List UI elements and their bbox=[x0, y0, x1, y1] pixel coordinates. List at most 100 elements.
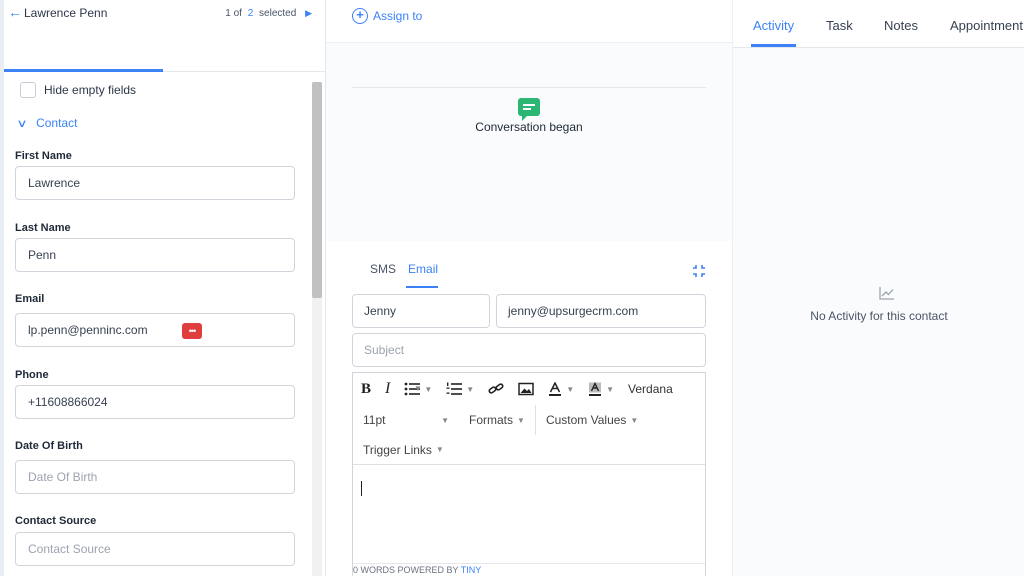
formats-menu[interactable]: Formats ▼ bbox=[459, 405, 536, 435]
from-name-field[interactable]: Jenny bbox=[352, 294, 490, 328]
conversation-thread: Conversation began bbox=[326, 43, 732, 241]
thread-divider bbox=[352, 87, 706, 88]
chevron-down-icon[interactable]: ▼ bbox=[414, 384, 422, 393]
numbered-list-icon bbox=[446, 382, 463, 395]
image-icon bbox=[518, 382, 534, 396]
editor-toolbar-row-3: Trigger Links ▼ bbox=[353, 435, 705, 465]
editor-toolbar-row-1: B I ▼ ▼ ▼ ▼ Verdana bbox=[353, 373, 705, 405]
tab-notes[interactable]: Notes bbox=[884, 18, 918, 33]
contact-section-label: Contact bbox=[36, 116, 78, 130]
active-tab-indicator bbox=[751, 44, 796, 47]
contact-fields-scroll[interactable]: Hide empty fields ∨ Contact First Name L… bbox=[4, 72, 326, 576]
tab-appointment[interactable]: Appointment bbox=[950, 18, 1023, 33]
email-field[interactable]: lp.penn@penninc.com ••• bbox=[15, 313, 295, 347]
contact-pager: 1 of 2 selected ▶ bbox=[225, 8, 312, 19]
next-contact-icon[interactable]: ▶ bbox=[305, 8, 312, 18]
email-action-badge[interactable]: ••• bbox=[182, 323, 202, 339]
assign-to-label: Assign to bbox=[373, 9, 423, 23]
email-editor: B I ▼ ▼ ▼ ▼ Verdana 11pt ▼ Formats ▼ Cus… bbox=[352, 372, 706, 576]
pager-total[interactable]: 2 bbox=[248, 8, 254, 19]
chevron-down-icon: ▼ bbox=[517, 415, 525, 425]
contact-header: ← Lawrence Penn 1 of 2 selected ▶ bbox=[4, 0, 326, 34]
conversation-event: Conversation began bbox=[475, 120, 583, 134]
chevron-down-icon: ▼ bbox=[424, 384, 433, 394]
first-name-field[interactable]: Lawrence bbox=[15, 166, 295, 200]
add-circle-icon: + bbox=[352, 8, 368, 24]
assign-to-button[interactable]: + Assign to bbox=[352, 8, 422, 24]
trigger-links-label: Trigger Links bbox=[363, 442, 432, 457]
chevron-down-icon: ▼ bbox=[441, 415, 449, 425]
from-email-field[interactable]: jenny@upsurgecrm.com bbox=[496, 294, 706, 328]
hide-empty-checkbox[interactable] bbox=[20, 82, 36, 98]
chevron-down-icon: ▼ bbox=[630, 415, 639, 425]
collapse-icon[interactable] bbox=[692, 264, 706, 278]
tab-email[interactable]: Email bbox=[406, 262, 439, 288]
last-name-value: Penn bbox=[28, 248, 57, 262]
contact-section-toggle[interactable]: ∨ Contact bbox=[16, 116, 78, 130]
contact-source-placeholder: Contact Source bbox=[28, 542, 111, 556]
contact-name: Lawrence Penn bbox=[24, 6, 108, 20]
font-family-select[interactable]: Verdana bbox=[628, 382, 673, 396]
hide-empty-label: Hide empty fields bbox=[44, 83, 137, 97]
tab-activity[interactable]: Activity bbox=[753, 18, 794, 33]
bold-button[interactable]: B bbox=[361, 381, 371, 398]
formats-label: Formats bbox=[469, 413, 514, 427]
text-color-button[interactable]: ▼ bbox=[548, 382, 574, 396]
from-name-value: Jenny bbox=[364, 304, 397, 318]
last-name-label: Last Name bbox=[15, 222, 71, 234]
composer-tabs: SMS Email bbox=[370, 262, 439, 288]
chart-trend-icon bbox=[879, 287, 894, 300]
date-of-birth-label: Date Of Birth bbox=[15, 440, 83, 452]
background-color-button[interactable]: ▼ bbox=[588, 382, 614, 396]
font-size-select[interactable]: 11pt ▼ bbox=[353, 405, 459, 435]
link-button[interactable] bbox=[488, 382, 504, 396]
first-name-value: Lawrence bbox=[28, 176, 81, 190]
link-icon bbox=[488, 383, 504, 394]
chevron-down-icon: ▼ bbox=[435, 445, 444, 454]
background-color-icon bbox=[589, 382, 602, 396]
date-of-birth-placeholder: Date Of Birth bbox=[28, 470, 98, 484]
conversation-panel: + Assign to Conversation began SMS Email… bbox=[326, 0, 732, 576]
subject-placeholder: Subject bbox=[364, 343, 405, 357]
pager-prefix: 1 of bbox=[225, 8, 242, 19]
font-size-value: 11pt bbox=[363, 413, 386, 427]
date-of-birth-field[interactable]: Date Of Birth bbox=[15, 460, 295, 494]
word-count: 0 WORDS POWERED BY bbox=[353, 565, 459, 575]
chevron-down-icon: ▼ bbox=[566, 384, 575, 394]
contact-panel-scrollbar[interactable] bbox=[312, 82, 322, 576]
editor-status-bar: 0 WORDS POWERED BY TINY bbox=[353, 563, 705, 576]
scrollbar-thumb[interactable] bbox=[312, 82, 322, 298]
empty-activity-message: No Activity for this contact bbox=[810, 309, 948, 323]
hide-empty-fields-toggle[interactable]: Hide empty fields bbox=[20, 82, 136, 98]
custom-values-label: Custom Values bbox=[545, 413, 627, 427]
tab-sms[interactable]: SMS bbox=[370, 262, 396, 276]
email-label: Email bbox=[15, 293, 45, 305]
phone-value: +11608866024 bbox=[28, 395, 108, 409]
contact-detail-panel: ← Lawrence Penn 1 of 2 selected ▶ Hide e… bbox=[0, 0, 326, 576]
email-value: lp.penn@penninc.com bbox=[28, 323, 148, 337]
first-name-label: First Name bbox=[15, 150, 72, 162]
custom-values-menu[interactable]: Custom Values ▼ bbox=[536, 405, 648, 435]
text-cursor bbox=[361, 481, 362, 496]
contact-panel-tabs bbox=[4, 34, 326, 72]
phone-field[interactable]: +11608866024 bbox=[15, 385, 295, 419]
subject-field[interactable]: Subject bbox=[352, 333, 706, 367]
editor-toolbar-row-2: 11pt ▼ Formats ▼ Custom Values ▼ bbox=[353, 405, 705, 435]
tab-task[interactable]: Task bbox=[826, 18, 853, 33]
chevron-down-icon: ▼ bbox=[606, 384, 615, 394]
tiny-link[interactable]: TINY bbox=[461, 565, 482, 575]
activity-panel: Activity Task Notes Appointment No Activ… bbox=[732, 0, 1024, 576]
italic-button[interactable]: I bbox=[385, 380, 390, 398]
contact-source-field[interactable]: Contact Source bbox=[15, 532, 295, 566]
tab-email-label: Email bbox=[408, 262, 439, 276]
chevron-down-icon: ▼ bbox=[466, 384, 475, 394]
back-arrow-icon[interactable]: ← bbox=[8, 4, 22, 20]
text-color-icon bbox=[549, 382, 562, 396]
chat-bubble-icon bbox=[518, 98, 540, 121]
pager-suffix: selected bbox=[259, 8, 297, 19]
numbered-list-button[interactable]: ▼ bbox=[446, 382, 474, 396]
image-button[interactable] bbox=[518, 382, 534, 396]
trigger-links-menu[interactable]: Trigger Links ▼ bbox=[353, 435, 454, 465]
last-name-field[interactable]: Penn bbox=[15, 238, 295, 272]
from-email-value: jenny@upsurgecrm.com bbox=[508, 304, 639, 318]
